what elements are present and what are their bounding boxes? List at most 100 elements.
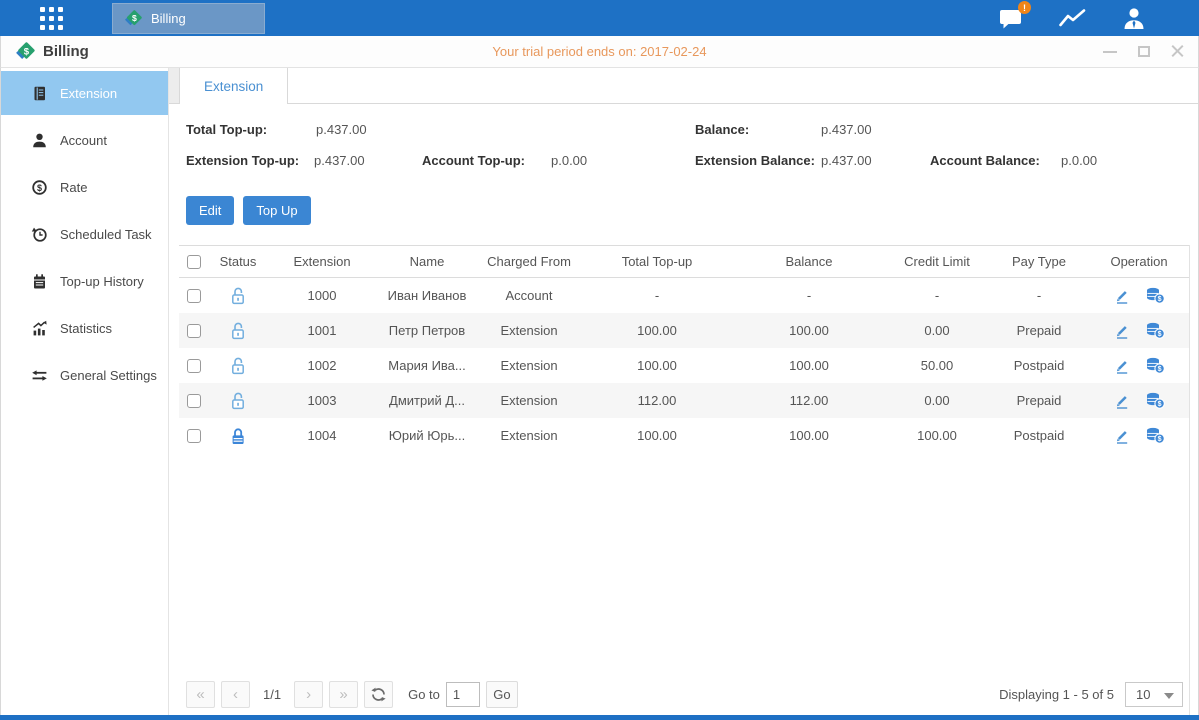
goto-page-input[interactable] — [446, 682, 480, 707]
bar-chart-icon — [31, 320, 48, 337]
sidebar-item-rate[interactable]: $ Rate — [1, 165, 168, 209]
window-title: $ Billing — [15, 41, 89, 62]
trial-notice: Your trial period ends on: 2017-02-24 — [1, 44, 1198, 59]
maximize-button[interactable] — [1138, 46, 1150, 57]
svg-text:$: $ — [24, 46, 30, 57]
cell-pay-type: - — [989, 288, 1089, 303]
lock-closed-icon — [230, 427, 246, 445]
cell-pay-type: Prepaid — [989, 393, 1089, 408]
extension-table-panel: Status Extension Name Charged From Total… — [179, 245, 1190, 715]
refresh-button[interactable] — [364, 681, 393, 708]
dollar-coin-icon: $ — [31, 179, 48, 196]
billing-app-tab[interactable]: $ Billing — [112, 3, 265, 34]
sidebar-item-general-settings[interactable]: General Settings — [1, 353, 168, 397]
col-operation: Operation — [1089, 254, 1189, 269]
transfer-arrows-icon — [31, 367, 48, 384]
cell-total-topup: 100.00 — [581, 358, 733, 373]
last-page-button[interactable]: » — [329, 681, 358, 708]
cell-total-topup: 100.00 — [581, 323, 733, 338]
sidebar-item-scheduled-task[interactable]: Scheduled Task — [1, 212, 168, 256]
topup-coins-icon[interactable]: $ — [1145, 322, 1165, 339]
account-topup-value: p.0.00 — [551, 153, 587, 168]
cell-credit-limit: 0.00 — [885, 393, 989, 408]
table-row[interactable]: 1001 Петр Петров Extension 100.00 100.00… — [179, 313, 1189, 348]
minimize-button[interactable] — [1103, 51, 1117, 53]
cell-name: Дмитрий Д... — [377, 393, 477, 408]
lock-open-icon — [230, 392, 246, 410]
topup-coins-icon[interactable]: $ — [1145, 427, 1165, 444]
account-balance-value: p.0.00 — [1061, 153, 1097, 168]
sidebar-item-topup-history[interactable]: Top-up History — [1, 259, 168, 303]
billing-diamond-icon: $ — [124, 9, 143, 28]
table-header: Status Extension Name Charged From Total… — [179, 245, 1189, 278]
billing-diamond-icon: $ — [15, 41, 36, 62]
cell-extension: 1001 — [267, 323, 377, 338]
total-topup-label: Total Top-up: — [186, 122, 267, 137]
svg-text:$: $ — [132, 13, 137, 23]
sidebar-item-account[interactable]: Account — [1, 118, 168, 162]
edit-icon[interactable] — [1114, 358, 1130, 374]
row-checkbox[interactable] — [187, 289, 201, 303]
page-indicator: 1/1 — [263, 687, 281, 702]
window-bottom-border — [0, 715, 1199, 720]
row-checkbox[interactable] — [187, 394, 201, 408]
cell-name: Юрий Юрь... — [377, 428, 477, 443]
next-page-button[interactable]: › — [294, 681, 323, 708]
edit-icon[interactable] — [1114, 393, 1130, 409]
cell-balance: 100.00 — [733, 358, 885, 373]
close-button[interactable] — [1171, 45, 1184, 58]
page-size-select[interactable]: 10 — [1125, 682, 1183, 707]
sidebar-item-extension[interactable]: Extension — [1, 71, 168, 115]
cell-charged-from: Extension — [477, 393, 581, 408]
topup-coins-icon[interactable]: $ — [1145, 357, 1165, 374]
sidebar-item-statistics[interactable]: Statistics — [1, 306, 168, 350]
edit-button[interactable]: Edit — [186, 196, 234, 225]
cell-credit-limit: 100.00 — [885, 428, 989, 443]
edit-icon[interactable] — [1114, 288, 1130, 304]
lock-open-icon — [230, 357, 246, 375]
messages-icon[interactable]: ! — [999, 7, 1024, 29]
user-icon[interactable] — [1121, 7, 1147, 30]
table-row[interactable]: 1003 Дмитрий Д... Extension 112.00 112.0… — [179, 383, 1189, 418]
go-button[interactable]: Go — [486, 681, 518, 708]
main-area: Extension Account $ Rate — [0, 68, 1199, 715]
top-up-button[interactable]: Top Up — [243, 196, 310, 225]
top-app-bar: $ Billing ! — [0, 0, 1199, 36]
tab-extension[interactable]: Extension — [179, 68, 288, 104]
col-status: Status — [209, 254, 267, 269]
row-checkbox[interactable] — [187, 359, 201, 373]
edit-icon[interactable] — [1114, 428, 1130, 444]
apps-grid-icon[interactable] — [40, 7, 67, 30]
pagination-bar: « ‹ 1/1 › » — [179, 681, 1189, 715]
svg-text:$: $ — [37, 182, 42, 192]
statistics-icon[interactable] — [1058, 7, 1087, 29]
table-row[interactable]: 1002 Мария Ива... Extension 100.00 100.0… — [179, 348, 1189, 383]
table-row[interactable]: 1000 Иван Иванов Account - - - - — [179, 278, 1189, 313]
chevron-down-icon — [1164, 693, 1174, 699]
edit-icon[interactable] — [1114, 323, 1130, 339]
topup-coins-icon[interactable]: $ — [1145, 392, 1165, 409]
cell-extension: 1000 — [267, 288, 377, 303]
col-charged-from: Charged From — [477, 254, 581, 269]
col-credit-limit: Credit Limit — [885, 254, 989, 269]
prev-page-button[interactable]: ‹ — [221, 681, 250, 708]
sidebar-item-label: Account — [60, 133, 107, 148]
select-all-checkbox[interactable] — [187, 255, 201, 269]
svg-text:$: $ — [1157, 296, 1161, 303]
cell-pay-type: Postpaid — [989, 428, 1089, 443]
first-page-button[interactable]: « — [186, 681, 215, 708]
col-extension: Extension — [267, 254, 377, 269]
cell-name: Иван Иванов — [377, 288, 477, 303]
svg-text:$: $ — [1157, 436, 1161, 443]
topup-coins-icon[interactable]: $ — [1145, 287, 1165, 304]
svg-text:$: $ — [1157, 331, 1161, 338]
cell-extension: 1003 — [267, 393, 377, 408]
displaying-text: Displaying 1 - 5 of 5 — [999, 687, 1114, 702]
window-title-label: Billing — [43, 43, 89, 60]
tab-strip-gutter — [169, 68, 179, 103]
row-checkbox[interactable] — [187, 429, 201, 443]
refresh-icon — [371, 687, 386, 702]
table-row[interactable]: 1004 Юрий Юрь... Extension 100.00 100.00… — [179, 418, 1189, 453]
notebook-icon — [31, 273, 48, 290]
row-checkbox[interactable] — [187, 324, 201, 338]
